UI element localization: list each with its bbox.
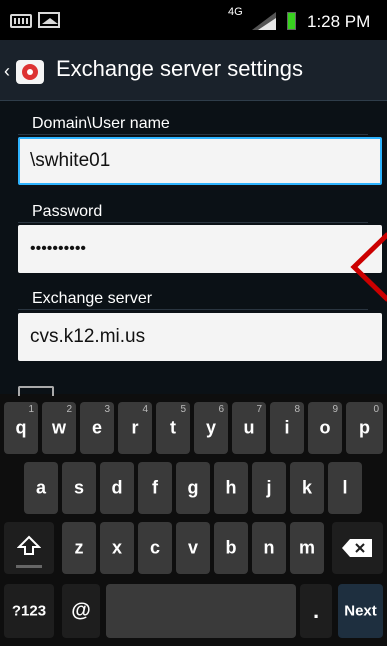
key-j[interactable]: j bbox=[252, 462, 286, 514]
key-o[interactable]: 9o bbox=[308, 402, 342, 454]
key-x[interactable]: x bbox=[100, 522, 134, 574]
key-n[interactable]: n bbox=[252, 522, 286, 574]
signal-icon bbox=[252, 12, 276, 30]
password-label: Password bbox=[32, 203, 103, 220]
space-key[interactable] bbox=[106, 584, 296, 638]
key-u[interactable]: 7u bbox=[232, 402, 266, 454]
key-l[interactable]: l bbox=[328, 462, 362, 514]
shift-indicator bbox=[16, 565, 42, 568]
key-z[interactable]: z bbox=[62, 522, 96, 574]
status-bar: 4G 1:28 PM bbox=[0, 0, 387, 38]
key-b[interactable]: b bbox=[214, 522, 248, 574]
key-t[interactable]: 5t bbox=[156, 402, 190, 454]
key-y[interactable]: 6y bbox=[194, 402, 228, 454]
divider bbox=[18, 309, 368, 310]
at-key[interactable]: @ bbox=[62, 584, 100, 638]
divider bbox=[18, 134, 368, 135]
backspace-key[interactable] bbox=[332, 522, 383, 574]
key-c[interactable]: c bbox=[138, 522, 172, 574]
checkbox-peek bbox=[18, 386, 54, 396]
key-k[interactable]: k bbox=[290, 462, 324, 514]
keyboard-icon bbox=[10, 14, 32, 28]
shift-key[interactable] bbox=[4, 522, 54, 574]
key-a[interactable]: a bbox=[24, 462, 58, 514]
back-icon[interactable]: ‹ bbox=[4, 62, 10, 80]
network-type: 4G bbox=[228, 6, 243, 18]
exchange-server-field[interactable]: cvs.k12.mi.us bbox=[18, 313, 382, 361]
key-g[interactable]: g bbox=[176, 462, 210, 514]
settings-form: Domain\User name \swhite01 Password ••••… bbox=[0, 101, 387, 395]
key-p[interactable]: 0p bbox=[346, 402, 383, 454]
divider bbox=[18, 222, 368, 223]
key-r[interactable]: 4r bbox=[118, 402, 152, 454]
domain-label: Domain\User name bbox=[32, 115, 170, 132]
key-d[interactable]: d bbox=[100, 462, 134, 514]
key-s[interactable]: s bbox=[62, 462, 96, 514]
domain-username-field[interactable]: \swhite01 bbox=[18, 137, 382, 185]
action-bar: ‹ Exchange server settings bbox=[0, 40, 387, 101]
key-e[interactable]: 3e bbox=[80, 402, 114, 454]
page-title: Exchange server settings bbox=[56, 56, 304, 81]
server-label: Exchange server bbox=[32, 290, 153, 307]
backspace-icon bbox=[342, 539, 372, 557]
key-m[interactable]: m bbox=[290, 522, 324, 574]
annotation-arrow-icon bbox=[350, 232, 387, 302]
key-f[interactable]: f bbox=[138, 462, 172, 514]
clock: 1:28 PM bbox=[307, 12, 371, 31]
password-field[interactable]: •••••••••• bbox=[18, 225, 382, 273]
period-key[interactable]: . bbox=[300, 584, 332, 638]
key-q[interactable]: 1q bbox=[4, 402, 38, 454]
shift-icon bbox=[17, 535, 41, 555]
picture-icon bbox=[38, 12, 60, 28]
key-v[interactable]: v bbox=[176, 522, 210, 574]
next-key[interactable]: Next bbox=[338, 584, 383, 638]
symbols-key[interactable]: ?123 bbox=[4, 584, 54, 638]
key-h[interactable]: h bbox=[214, 462, 248, 514]
key-w[interactable]: 2w bbox=[42, 402, 76, 454]
onscreen-keyboard: 1q 2w 3e 4r 5t 6y 7u 8i 9o 0p a s d f g … bbox=[0, 386, 387, 646]
key-i[interactable]: 8i bbox=[270, 402, 304, 454]
exchange-app-icon[interactable] bbox=[16, 60, 44, 84]
battery-icon bbox=[287, 12, 296, 30]
